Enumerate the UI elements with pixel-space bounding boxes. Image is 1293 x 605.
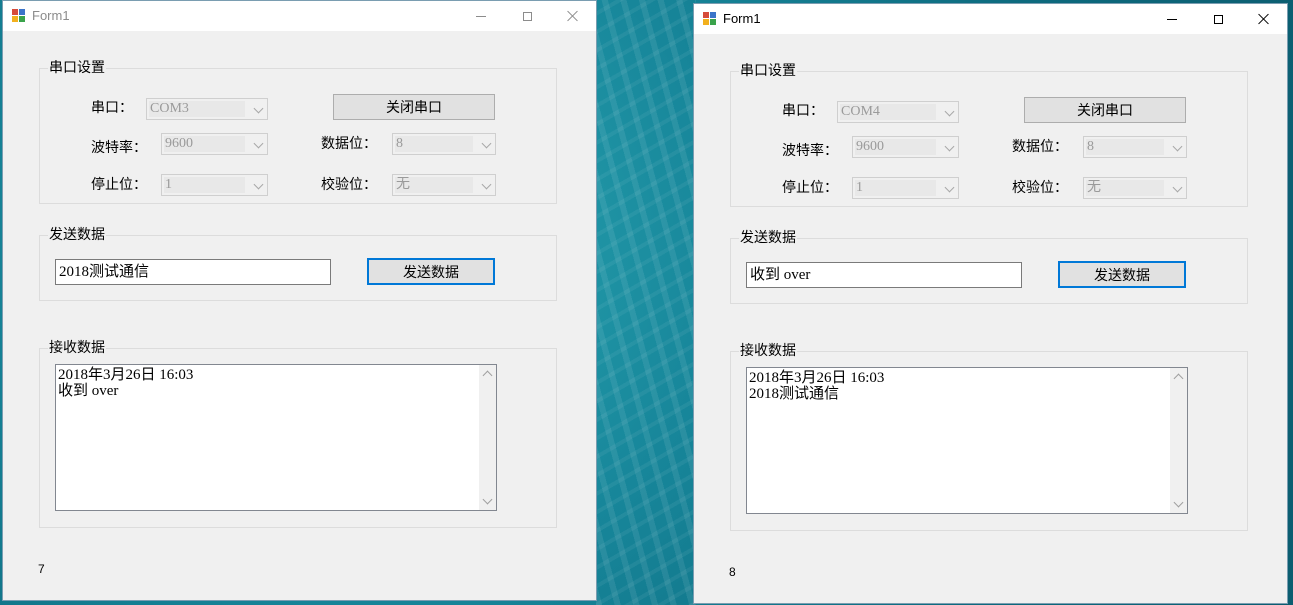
receive-textarea[interactable]: 2018年3月26日 16:03 2018测试通信 [746, 367, 1188, 514]
stop-bits-combo[interactable]: 1 [161, 174, 268, 196]
port-label: 串口： [91, 100, 133, 116]
received-line: 2018年3月26日 16:03 [58, 367, 194, 383]
parity-combo[interactable]: 无 [392, 174, 496, 196]
chevron-down-icon [483, 181, 491, 189]
send-data-title: 发送数据 [48, 226, 106, 244]
chevron-down-icon [483, 140, 491, 148]
received-line: 2018测试通信 [749, 386, 840, 402]
data-bits-combo[interactable]: 8 [1083, 136, 1187, 158]
chevron-down-icon [946, 184, 954, 192]
send-data-title: 发送数据 [739, 229, 797, 247]
scroll-down-button[interactable] [479, 493, 496, 510]
close-icon [1258, 13, 1270, 25]
baud-rate-label: 波特率： [91, 140, 147, 156]
title-bar[interactable]: Form1 [694, 4, 1287, 34]
baud-rate-label: 波特率： [782, 143, 838, 159]
port-label: 串口： [782, 103, 824, 119]
chevron-down-icon [1174, 184, 1182, 192]
parity-value: 无 [395, 177, 473, 193]
port-combo[interactable]: COM4 [837, 101, 959, 123]
close-port-button[interactable]: 关闭串口 [333, 94, 495, 120]
form-window-2: Form1 串口设置 串口： COM4 关闭串口 波特率： 9600 数据位： … [693, 3, 1288, 604]
stop-bits-label: 停止位： [782, 180, 838, 196]
close-icon [567, 10, 579, 22]
vertical-scrollbar[interactable] [479, 365, 496, 510]
status-counter: 7 [38, 562, 45, 576]
send-data-button[interactable]: 发送数据 [367, 258, 495, 285]
maximize-button[interactable] [1195, 4, 1241, 34]
title-bar[interactable]: Form1 [3, 1, 596, 31]
scroll-down-button[interactable] [1170, 496, 1187, 513]
serial-settings-title: 串口设置 [739, 62, 797, 80]
desktop-background [596, 0, 696, 605]
port-combo[interactable]: COM3 [146, 98, 268, 120]
port-value: COM3 [149, 101, 245, 117]
chevron-down-icon [255, 140, 263, 148]
parity-value: 无 [1086, 180, 1164, 196]
received-line: 收到 over [58, 383, 119, 399]
maximize-button[interactable] [504, 1, 550, 31]
send-input[interactable]: 2018测试通信 [55, 259, 331, 285]
maximize-icon [522, 11, 532, 21]
parity-label: 校验位： [1012, 180, 1068, 196]
baud-rate-value: 9600 [164, 136, 245, 152]
received-line: 2018年3月26日 16:03 [749, 370, 885, 386]
minimize-icon [476, 15, 486, 17]
data-bits-label: 数据位： [321, 136, 377, 152]
scroll-up-button[interactable] [1170, 368, 1187, 385]
chevron-down-icon [255, 105, 263, 113]
form-app-icon [703, 12, 717, 26]
data-bits-value: 8 [395, 136, 473, 152]
serial-settings-title: 串口设置 [48, 59, 106, 77]
baud-rate-value: 9600 [855, 139, 936, 155]
receive-textarea[interactable]: 2018年3月26日 16:03 收到 over [55, 364, 497, 511]
chevron-down-icon [1174, 143, 1182, 151]
chevron-down-icon [482, 494, 493, 505]
form-app-icon [12, 9, 26, 23]
maximize-icon [1213, 14, 1223, 24]
parity-label: 校验位： [321, 177, 377, 193]
stop-bits-value: 1 [164, 177, 245, 193]
baud-rate-combo[interactable]: 9600 [852, 136, 959, 158]
chevron-down-icon [946, 108, 954, 116]
minimize-button[interactable] [458, 1, 504, 31]
chevron-down-icon [255, 181, 263, 189]
minimize-icon [1167, 18, 1177, 20]
stop-bits-label: 停止位： [91, 177, 147, 193]
send-input[interactable]: 收到 over [746, 262, 1022, 288]
chevron-down-icon [946, 143, 954, 151]
close-port-button[interactable]: 关闭串口 [1024, 97, 1186, 123]
stop-bits-combo[interactable]: 1 [852, 177, 959, 199]
close-window-button[interactable] [1241, 4, 1287, 34]
send-data-button[interactable]: 发送数据 [1058, 261, 1186, 288]
data-bits-combo[interactable]: 8 [392, 133, 496, 155]
stop-bits-value: 1 [855, 180, 936, 196]
data-bits-value: 8 [1086, 139, 1164, 155]
form-window-1: Form1 串口设置 串口： COM3 关闭串口 波特率： 9600 数据位： … [2, 0, 597, 601]
receive-data-title: 接收数据 [48, 339, 106, 357]
chevron-down-icon [1173, 497, 1184, 508]
vertical-scrollbar[interactable] [1170, 368, 1187, 513]
minimize-button[interactable] [1149, 4, 1195, 34]
status-counter: 8 [729, 565, 736, 579]
parity-combo[interactable]: 无 [1083, 177, 1187, 199]
chevron-up-icon [1173, 373, 1184, 384]
receive-data-title: 接收数据 [739, 342, 797, 360]
data-bits-label: 数据位： [1012, 139, 1068, 155]
scroll-up-button[interactable] [479, 365, 496, 382]
window-title: Form1 [32, 8, 70, 23]
close-window-button[interactable] [550, 1, 596, 31]
baud-rate-combo[interactable]: 9600 [161, 133, 268, 155]
chevron-up-icon [482, 370, 493, 381]
port-value: COM4 [840, 104, 936, 120]
window-title: Form1 [723, 11, 761, 26]
